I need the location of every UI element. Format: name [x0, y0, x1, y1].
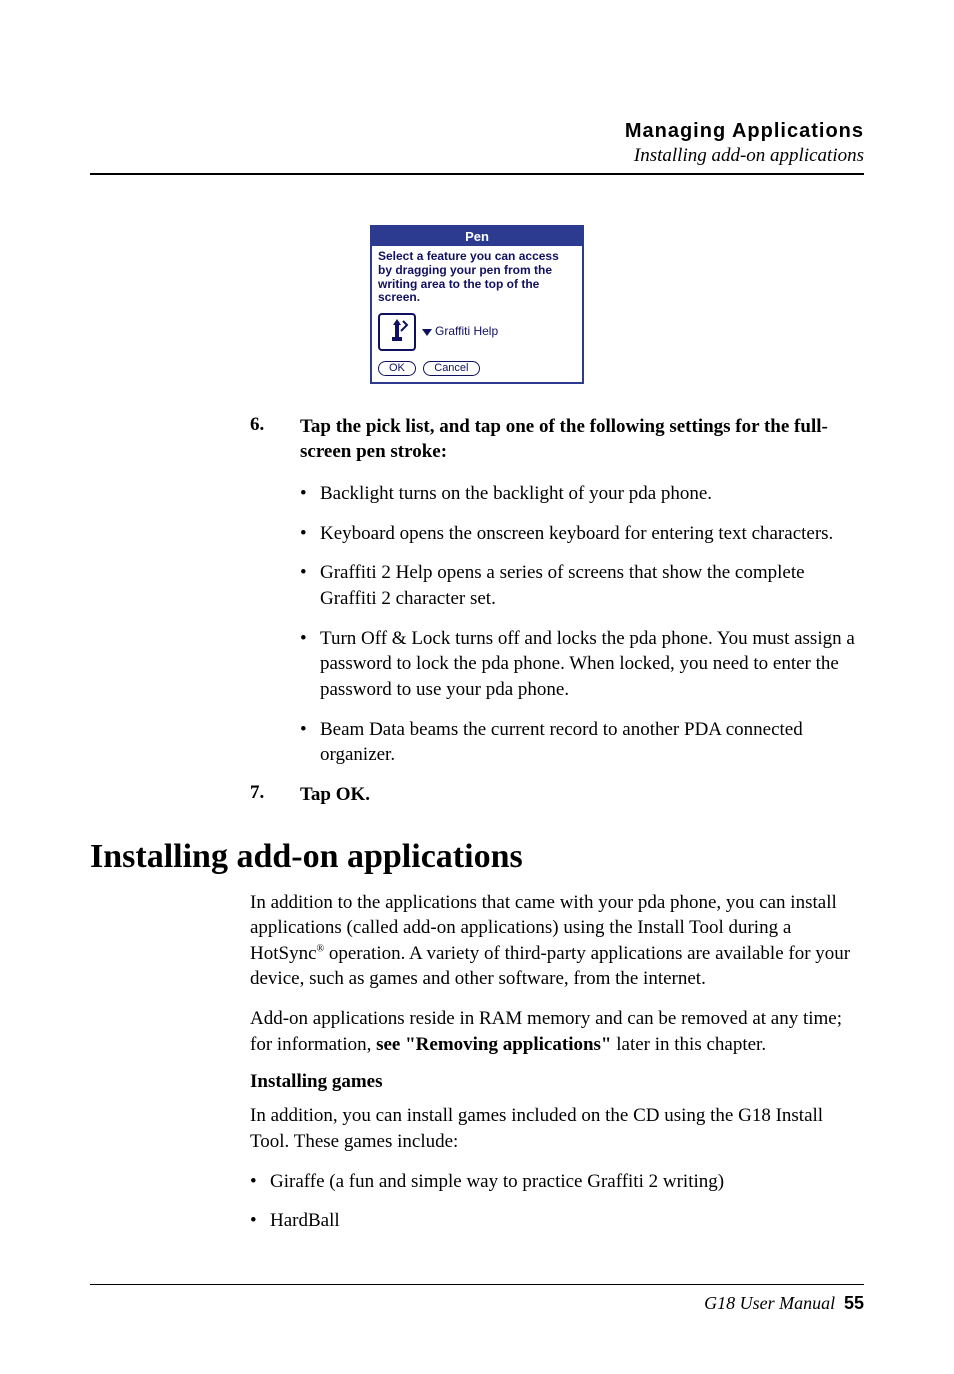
pen-feature-dropdown[interactable]: Graffiti Help [422, 325, 498, 339]
bullet-text: Beam Data beams the current record to an… [320, 717, 864, 768]
step-number: 6. [250, 414, 300, 465]
bullet-text: Graffiti 2 Help opens a series of screen… [320, 560, 864, 611]
bullet-text: Turn Off & Lock turns off and locks the … [320, 626, 864, 703]
footer-rule [90, 1284, 864, 1285]
paragraph: In addition, you can install games inclu… [250, 1103, 864, 1154]
list-item: • Keyboard opens the onscreen keyboard f… [300, 521, 864, 547]
pen-feature-selected: Graffiti Help [435, 324, 498, 338]
list-item: • Giraffe (a fun and simple way to pract… [250, 1169, 864, 1195]
manual-name: G18 User Manual [704, 1293, 835, 1313]
section-subtitle: Installing add-on applications [90, 145, 864, 167]
sub-heading: Installing games [250, 1071, 864, 1093]
step-text: Tap OK. [300, 782, 370, 808]
list-item: • Backlight turns on the backlight of yo… [300, 481, 864, 507]
list-item: • HardBall [250, 1208, 864, 1234]
list-item: • Turn Off & Lock turns off and locks th… [300, 626, 864, 703]
pen-dialog: Pen Select a feature you can access by d… [370, 225, 584, 384]
ok-button[interactable]: OK [378, 361, 416, 376]
bullet-text: Giraffe (a fun and simple way to practic… [270, 1169, 724, 1195]
paragraph: In addition to the applications that cam… [250, 890, 864, 993]
list-item: • Beam Data beams the current record to … [300, 717, 864, 768]
registered-mark: ® [317, 943, 325, 954]
step-text: Tap the pick list, and tap one of the fo… [300, 414, 864, 465]
chapter-title: Managing Applications [90, 120, 864, 143]
page-number: 55 [844, 1293, 864, 1313]
pen-stroke-icon [378, 313, 416, 351]
para-text: later in this chapter. [612, 1034, 767, 1055]
paragraph: Add-on applications reside in RAM memory… [250, 1006, 864, 1057]
para-text: operation. A variety of third-party appl… [250, 943, 850, 990]
step-number: 7. [250, 782, 300, 808]
pen-dialog-instruction: Select a feature you can access by dragg… [378, 250, 576, 305]
page-footer: G18 User Manual 55 [90, 1293, 864, 1314]
header-rule [90, 173, 864, 175]
bullet-text: HardBall [270, 1208, 340, 1234]
list-item: • Graffiti 2 Help opens a series of scre… [300, 560, 864, 611]
cancel-button[interactable]: Cancel [423, 361, 479, 376]
cross-reference: see "Removing applications" [376, 1034, 611, 1055]
bullet-text: Backlight turns on the backlight of your… [320, 481, 712, 507]
bullet-text: Keyboard opens the onscreen keyboard for… [320, 521, 833, 547]
chevron-down-icon [422, 329, 432, 336]
pen-dialog-title: Pen [372, 227, 582, 246]
section-heading: Installing add-on applications [90, 838, 864, 876]
